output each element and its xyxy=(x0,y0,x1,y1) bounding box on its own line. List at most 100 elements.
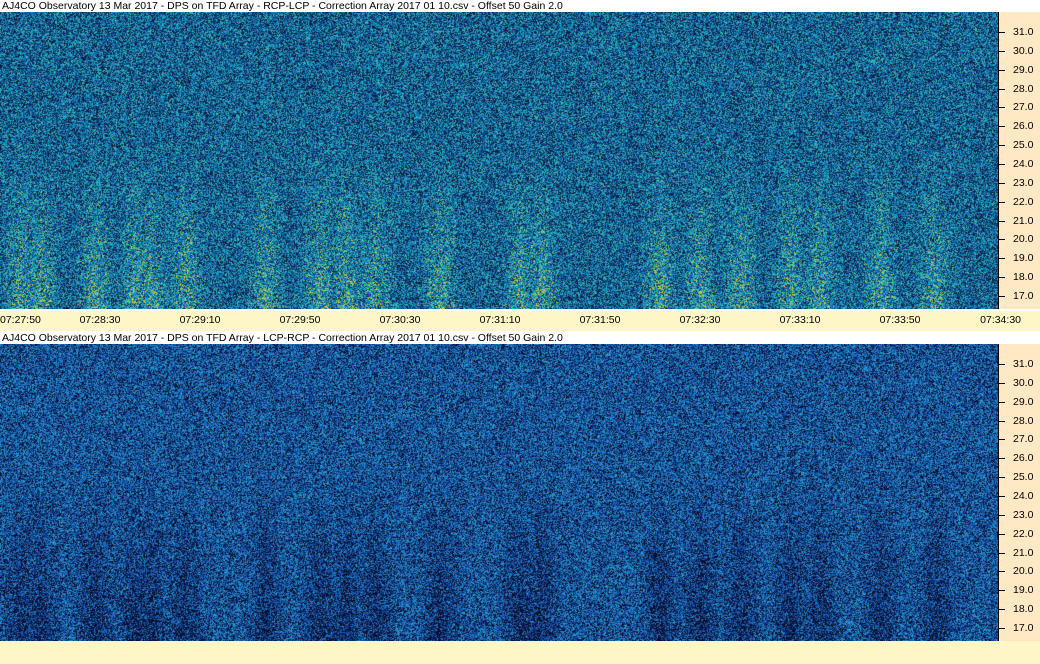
tick-label: 28.0 xyxy=(1013,414,1034,427)
tick-label: 30.0 xyxy=(1013,376,1034,389)
frequency-tick: 18.0 xyxy=(999,272,1040,283)
tick-label: 24.0 xyxy=(1013,157,1034,170)
tick-mark xyxy=(999,458,1005,460)
tick-mark xyxy=(999,590,1005,592)
tick-mark xyxy=(999,258,1005,260)
time-tick-label: 07:29:10 xyxy=(179,314,221,326)
frequency-tick: 19.0 xyxy=(999,585,1040,596)
tick-mark xyxy=(999,571,1005,573)
tick-mark xyxy=(999,220,1005,222)
tick-label: 26.0 xyxy=(1013,452,1034,465)
frequency-tick: 21.0 xyxy=(999,214,1040,227)
frequency-tick: 25.0 xyxy=(999,472,1040,483)
tick-label: 31.0 xyxy=(1013,26,1034,38)
tick-label: 27.0 xyxy=(1013,101,1034,114)
tick-mark xyxy=(999,552,1005,554)
tick-mark xyxy=(999,439,1005,441)
tick-label: 26.0 xyxy=(1013,120,1034,133)
frequency-tick: 19.0 xyxy=(999,253,1040,264)
frequency-tick: 22.0 xyxy=(999,528,1040,540)
frequency-tick: 23.0 xyxy=(999,508,1040,521)
frequency-tick: 21.0 xyxy=(999,546,1040,559)
time-tick-label: 07:33:10 xyxy=(779,314,821,326)
time-tick-label: 07:34:30 xyxy=(980,314,1021,326)
spectrogram-rcp-lcp-canvas xyxy=(0,12,998,309)
tick-label: 21.0 xyxy=(1013,546,1034,559)
tick-label: 22.0 xyxy=(1013,195,1034,208)
time-tick-label: 07:31:50 xyxy=(579,314,621,326)
time-tick-label: 07:27:50 xyxy=(0,314,41,326)
spectrogram-lcp-rcp-canvas xyxy=(0,344,998,641)
frequency-tick: 24.0 xyxy=(999,157,1040,170)
frequency-tick: 26.0 xyxy=(999,121,1040,132)
tick-label: 30.0 xyxy=(1013,44,1034,57)
frequency-tick: 29.0 xyxy=(999,395,1040,408)
tick-label: 24.0 xyxy=(1013,489,1034,502)
frequency-tick: 18.0 xyxy=(999,604,1040,615)
tick-mark xyxy=(999,88,1005,90)
tick-mark xyxy=(999,401,1005,403)
bottom-time-bar xyxy=(0,641,1040,664)
frequency-tick: 27.0 xyxy=(999,434,1040,445)
frequency-tick: 28.0 xyxy=(999,82,1040,95)
tick-mark xyxy=(999,382,1005,384)
tick-mark xyxy=(999,364,1005,365)
spectrogram-lcp-rcp[interactable] xyxy=(0,344,998,641)
tick-label: 23.0 xyxy=(1013,508,1034,521)
frequency-tick: 17.0 xyxy=(999,622,1040,634)
tick-label: 19.0 xyxy=(1013,252,1034,265)
tick-label: 20.0 xyxy=(1013,233,1034,246)
frequency-tick: 30.0 xyxy=(999,376,1040,389)
tick-mark xyxy=(999,277,1005,279)
frequency-tick: 28.0 xyxy=(999,414,1040,427)
frequency-tick: 25.0 xyxy=(999,140,1040,151)
tick-label: 21.0 xyxy=(1013,214,1034,227)
tick-mark xyxy=(999,126,1005,128)
tick-mark xyxy=(999,163,1005,165)
time-tick-label: 07:33:50 xyxy=(879,314,921,326)
time-tick-label: 07:32:30 xyxy=(679,314,721,326)
tick-mark xyxy=(999,609,1005,611)
frequency-tick: 31.0 xyxy=(999,359,1040,370)
panel-2-corner xyxy=(1000,332,1040,344)
tick-mark xyxy=(999,239,1005,241)
tick-label: 27.0 xyxy=(1013,433,1034,446)
tick-label: 23.0 xyxy=(1013,176,1034,189)
tick-label: 20.0 xyxy=(1013,565,1034,578)
tick-label: 17.0 xyxy=(1013,289,1034,302)
tick-label: 28.0 xyxy=(1013,82,1034,95)
tick-label: 19.0 xyxy=(1013,584,1034,597)
tick-label: 25.0 xyxy=(1013,471,1034,484)
frequency-tick: 22.0 xyxy=(999,195,1040,208)
tick-label: 18.0 xyxy=(1013,603,1034,616)
tick-mark xyxy=(999,50,1005,52)
tick-label: 31.0 xyxy=(1013,358,1034,370)
tick-mark xyxy=(999,145,1005,147)
tick-mark xyxy=(999,495,1005,497)
frequency-axis-2: 31.0 30.0 29.0 28.0 27.0 26.0 25.0 24.0 23.0 22.0… xyxy=(998,344,1040,641)
time-tick-label: 07:30:30 xyxy=(379,314,421,326)
tick-mark xyxy=(999,627,1005,629)
panel-1-corner xyxy=(1000,0,1040,12)
time-tick-label: 07:31:10 xyxy=(479,314,521,326)
frequency-tick: 24.0 xyxy=(999,489,1040,502)
tick-mark xyxy=(999,295,1005,297)
frequency-axis-1: 31.0 30.0 29.0 28.0 27.0 26.0 25.0 24.0 23.0 22.0… xyxy=(998,12,1040,309)
spectrogram-rcp-lcp[interactable] xyxy=(0,12,998,309)
frequency-tick: 26.0 xyxy=(999,453,1040,464)
time-tick-label: 07:29:50 xyxy=(279,314,321,326)
tick-mark xyxy=(999,477,1005,479)
tick-mark xyxy=(999,514,1005,516)
tick-label: 25.0 xyxy=(1013,139,1034,152)
tick-mark xyxy=(999,107,1005,109)
tick-label: 18.0 xyxy=(1013,271,1034,284)
tick-mark xyxy=(999,420,1005,422)
panel-2-title: AJ4CO Observatory 13 Mar 2017 - DPS on T… xyxy=(0,332,1000,344)
frequency-tick: 31.0 xyxy=(999,27,1040,38)
tick-mark xyxy=(999,201,1005,203)
frequency-tick: 30.0 xyxy=(999,44,1040,57)
frequency-tick: 23.0 xyxy=(999,176,1040,189)
tick-label: 29.0 xyxy=(1013,395,1034,408)
frequency-tick: 20.0 xyxy=(999,234,1040,245)
tick-mark xyxy=(999,182,1005,184)
